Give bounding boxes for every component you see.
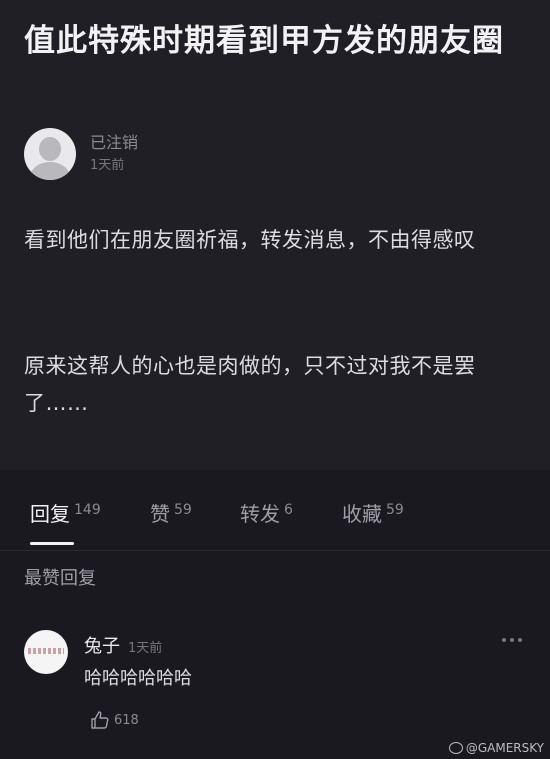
tab-likes[interactable]: 赞 59 <box>150 500 192 528</box>
dot <box>510 638 514 642</box>
tab-reposts[interactable]: 转发 6 <box>240 500 293 528</box>
avatar-head <box>39 137 61 161</box>
thumbs-up-icon <box>90 710 110 730</box>
avatar-shoulders <box>30 162 70 180</box>
tab-favorites[interactable]: 收藏 59 <box>342 500 404 528</box>
reply-username[interactable]: 兔子 <box>84 632 120 658</box>
author-name[interactable]: 已注销 <box>90 132 138 154</box>
like-count: 618 <box>114 712 139 728</box>
avatar[interactable] <box>24 630 68 674</box>
tab-label: 赞 <box>150 502 170 526</box>
avatar-decoration <box>28 648 64 654</box>
reply-time: 1天前 <box>128 641 163 656</box>
reply-like-button[interactable]: 618 <box>90 710 139 730</box>
dot <box>518 638 522 642</box>
default-user-avatar-icon[interactable] <box>24 128 76 180</box>
reply-header: 兔子 1天前 <box>84 632 162 658</box>
tab-replies[interactable]: 回复 149 <box>30 500 101 528</box>
tab-label: 收藏 <box>342 502 382 526</box>
tab-count: 59 <box>386 502 404 518</box>
watermark: @GAMERSKY <box>448 741 544 755</box>
tab-count: 149 <box>74 502 101 518</box>
weibo-logo-icon <box>448 742 463 754</box>
watermark-text: @GAMERSKY <box>465 741 544 755</box>
post-paragraph: 原来这帮人的心也是肉做的，只不过对我不是罢了…… <box>24 354 476 415</box>
tab-count: 59 <box>174 502 192 518</box>
tab-label: 转发 <box>240 502 280 526</box>
active-tab-indicator <box>30 542 74 545</box>
dot <box>502 638 506 642</box>
tab-count: 6 <box>284 502 293 518</box>
post-author[interactable]: 已注销 1天前 <box>24 128 138 180</box>
post-time: 1天前 <box>90 158 125 173</box>
tab-bar: 回复 149 赞 59 转发 6 收藏 59 <box>0 490 550 551</box>
post-title: 值此特殊时期看到甲方发的朋友圈 <box>24 23 504 59</box>
top-replies-heading: 最赞回复 <box>24 568 96 589</box>
post-paragraph: 看到他们在朋友圈祈福，转发消息，不由得感叹 <box>24 228 476 252</box>
reply-text: 哈哈哈哈哈哈 <box>84 668 192 689</box>
post-card: 值此特殊时期看到甲方发的朋友圈 已注销 1天前 看到他们在朋友圈祈福，转发消息，… <box>0 0 550 470</box>
more-dots-icon[interactable] <box>502 638 522 642</box>
tab-label: 回复 <box>30 502 70 526</box>
author-meta: 已注销 1天前 <box>90 132 138 176</box>
